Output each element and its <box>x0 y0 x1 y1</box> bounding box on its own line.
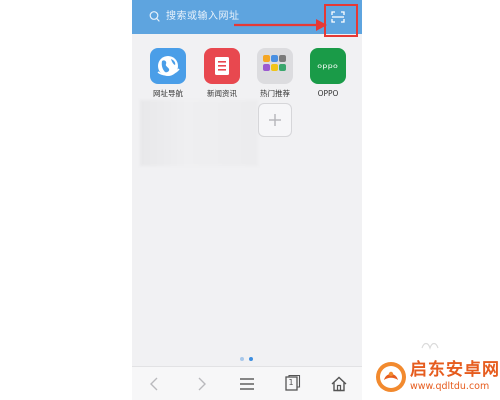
app-news[interactable]: 新闻资讯 <box>194 48 250 99</box>
annotation-highlight-box <box>324 4 358 37</box>
app-nav[interactable]: 网址导航 <box>140 48 196 99</box>
search-placeholder[interactable]: 搜索或输入网址 <box>166 10 240 24</box>
app-hot-picks[interactable]: 热门推荐 <box>247 48 303 99</box>
app-folder-icon <box>257 48 293 84</box>
app-oppo[interactable]: oppo OPPO <box>300 48 356 99</box>
search-icon <box>149 11 160 22</box>
site-watermark: 启东安卓网 www.qdltdu.com <box>374 358 500 400</box>
app-label: OPPO <box>317 89 339 98</box>
oppo-icon: oppo <box>310 48 346 84</box>
page-indicator <box>240 357 253 361</box>
page-dot[interactable] <box>240 357 244 361</box>
tabs-count: 1 <box>288 378 294 387</box>
faint-mark-icon <box>421 342 439 350</box>
forward-arrow-icon[interactable] <box>192 375 210 393</box>
watermark-logo-icon <box>376 362 406 392</box>
home-icon[interactable] <box>330 375 348 393</box>
oppo-logo-text: oppo <box>317 62 339 70</box>
back-arrow-icon[interactable] <box>146 375 164 393</box>
annotation-arrow <box>234 19 327 31</box>
watermark-url: www.qdltdu.com <box>410 381 490 392</box>
watermark-title: 启东安卓网 <box>410 360 500 380</box>
menu-icon[interactable] <box>238 375 256 393</box>
app-label: 网址导航 <box>153 89 183 98</box>
globe-icon <box>150 48 186 84</box>
bottom-toolbar: 1 <box>132 366 362 400</box>
blurred-area <box>140 100 258 166</box>
news-icon <box>204 48 240 84</box>
add-shortcut-button[interactable] <box>258 103 292 137</box>
page-dot-active[interactable] <box>249 357 253 361</box>
tabs-button[interactable]: 1 <box>284 375 302 393</box>
app-label: 热门推荐 <box>260 89 290 98</box>
browser-home-screen: 搜索或输入网址 网址导航 新闻资讯 热门推荐 oppo OPPO 1 <box>132 0 362 400</box>
app-label: 新闻资讯 <box>207 89 237 98</box>
plus-icon <box>269 114 281 126</box>
